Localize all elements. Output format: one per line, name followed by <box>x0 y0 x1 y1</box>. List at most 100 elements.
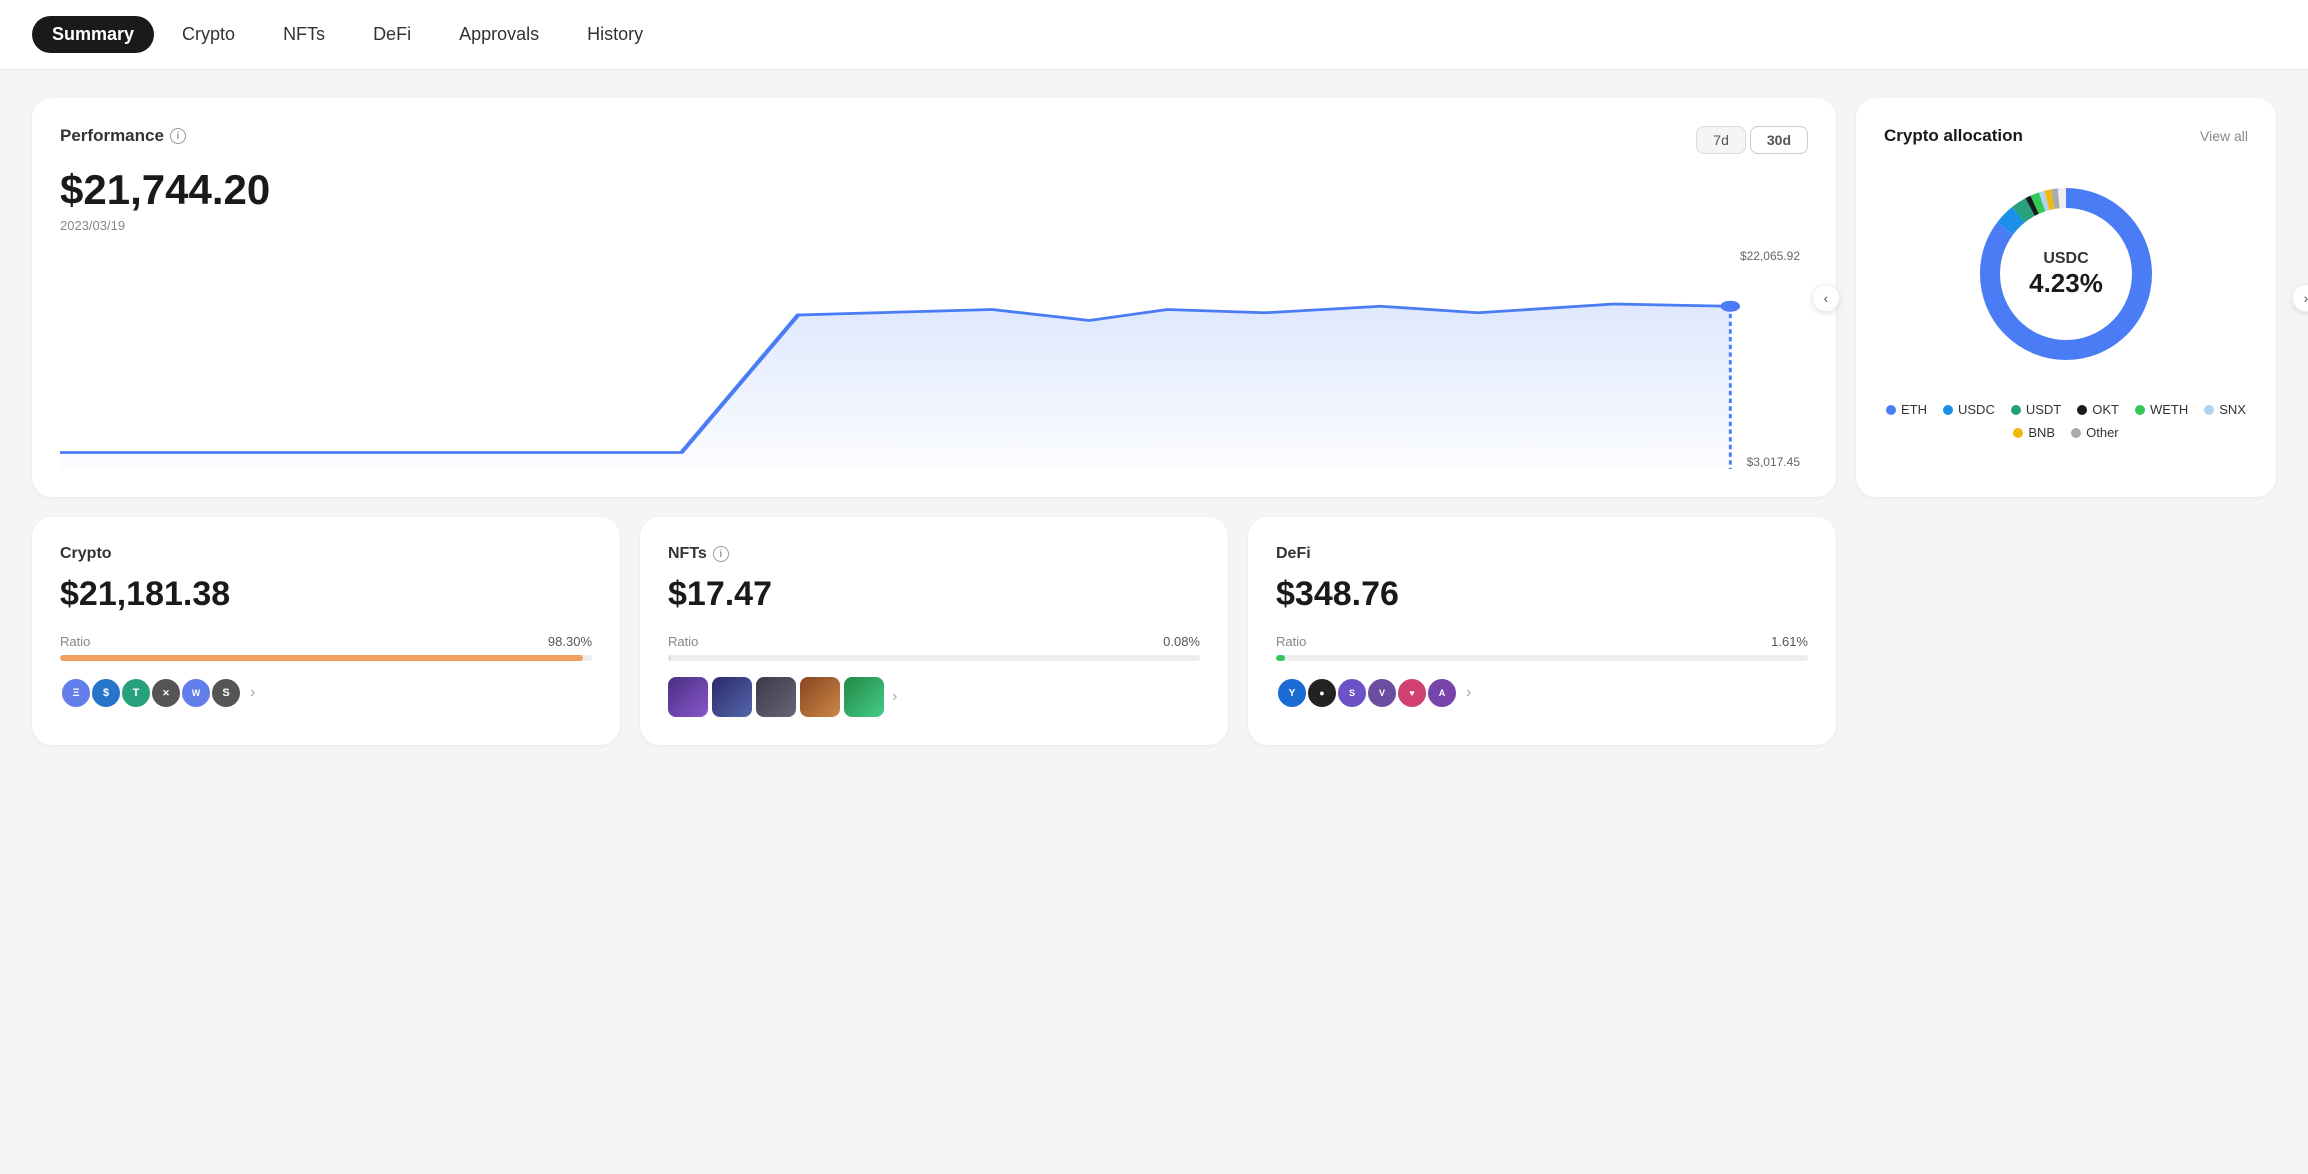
crypto-card-amount: $21,181.38 <box>60 575 592 614</box>
defi-ratio-row: Ratio 1.61% <box>1276 634 1808 649</box>
crypto-ratio-pct: 98.30% <box>548 634 592 649</box>
legend-weth: WETH <box>2135 402 2188 417</box>
defi-icon-2: ● <box>1306 677 1338 709</box>
7d-button[interactable]: 7d <box>1696 126 1746 154</box>
nav-approvals[interactable]: Approvals <box>439 16 559 53</box>
nfts-ratio-row: Ratio 0.08% <box>668 634 1200 649</box>
allocation-title: Crypto allocation <box>1884 126 2023 146</box>
okt-dot <box>2077 405 2087 415</box>
performance-label: Performance <box>60 126 164 146</box>
crypto-token-icons: Ξ $ T ✕ W S › <box>60 677 592 709</box>
nft-thumb-4 <box>800 677 840 717</box>
allocation-card: Crypto allocation View all ‹ › <box>1856 98 2276 497</box>
nft-thumb-2 <box>712 677 752 717</box>
legend-snx: SNX <box>2204 402 2246 417</box>
allocation-header: Crypto allocation View all <box>1884 126 2248 146</box>
bnb-dot <box>2013 428 2023 438</box>
usdc-label: USDC <box>1958 402 1995 417</box>
nfts-chevron[interactable]: › <box>892 688 897 706</box>
defi-icon-6: A <box>1426 677 1458 709</box>
eth-label: ETH <box>1901 402 1927 417</box>
view-all-link[interactable]: View all <box>2200 128 2248 144</box>
snx-icon: S <box>210 677 242 709</box>
defi-card-amount: $348.76 <box>1276 575 1808 614</box>
weth-label: WETH <box>2150 402 2188 417</box>
performance-title: Performance i <box>60 126 186 146</box>
bottom-cards: Crypto $21,181.38 Ratio 98.30% Ξ $ T ✕ W… <box>32 517 1836 745</box>
legend-other: Other <box>2071 425 2119 440</box>
crypto-summary-card: Crypto $21,181.38 Ratio 98.30% Ξ $ T ✕ W… <box>32 517 620 745</box>
chart-low-label: $3,017.45 <box>1747 455 1800 469</box>
snx-dot <box>2204 405 2214 415</box>
nft-thumb-5 <box>844 677 884 717</box>
chart-high-label: $22,065.92 <box>1740 249 1800 263</box>
defi-ratio-pct: 1.61% <box>1771 634 1808 649</box>
bnb-label: BNB <box>2028 425 2055 440</box>
top-navigation: Summary Crypto NFTs DeFi Approvals Histo… <box>0 0 2308 70</box>
crypto-card-title: Crypto <box>60 545 592 563</box>
30d-button[interactable]: 30d <box>1750 126 1808 154</box>
defi-icon-1: Y <box>1276 677 1308 709</box>
donut-chart: USDC 4.23% <box>1884 174 2248 374</box>
performance-header: Performance i 7d 30d <box>60 126 1808 154</box>
allocation-next-arrow[interactable]: › <box>2292 284 2308 312</box>
snx-label: SNX <box>2219 402 2246 417</box>
crypto-ratio-label: Ratio <box>60 634 90 649</box>
nfts-info-icon[interactable]: i <box>713 546 729 562</box>
defi-icon-3: S <box>1336 677 1368 709</box>
crypto-chevron[interactable]: › <box>250 684 255 702</box>
nfts-progress-bar <box>668 655 1200 661</box>
nfts-progress-fill <box>668 655 671 661</box>
other-dot <box>2071 428 2081 438</box>
performance-info-icon[interactable]: i <box>170 128 186 144</box>
usdt-icon: T <box>120 677 152 709</box>
donut-center-pct: 4.23% <box>2029 268 2103 299</box>
usdc-icon: $ <box>90 677 122 709</box>
nav-summary[interactable]: Summary <box>32 16 154 53</box>
nfts-summary-card: NFTs i $17.47 Ratio 0.08% › <box>640 517 1228 745</box>
crypto-ratio-row: Ratio 98.30% <box>60 634 592 649</box>
eth-dot <box>1886 405 1896 415</box>
legend-bnb: BNB <box>2013 425 2055 440</box>
time-filter-buttons: 7d 30d <box>1696 126 1808 154</box>
legend-usdt: USDT <box>2011 402 2061 417</box>
nfts-label: NFTs <box>668 545 707 563</box>
nft-thumbnails: › <box>668 677 1200 717</box>
weth-dot <box>2135 405 2145 415</box>
legend-okt: OKT <box>2077 402 2119 417</box>
defi-ratio-label: Ratio <box>1276 634 1306 649</box>
weth-icon: W <box>180 677 212 709</box>
eth-icon: Ξ <box>60 677 92 709</box>
performance-amount: $21,744.20 <box>60 166 1808 214</box>
usdt-label: USDT <box>2026 402 2061 417</box>
crypto-progress-fill <box>60 655 583 661</box>
defi-summary-card: DeFi $348.76 Ratio 1.61% Y ● S V ♥ A › <box>1248 517 1836 745</box>
nfts-card-title: NFTs i <box>668 545 1200 563</box>
nfts-card-amount: $17.47 <box>668 575 1200 614</box>
allocation-prev-arrow[interactable]: ‹ <box>1812 284 1840 312</box>
nfts-ratio-label: Ratio <box>668 634 698 649</box>
okt-label: OKT <box>2092 402 2119 417</box>
usdt-dot <box>2011 405 2021 415</box>
nav-nfts[interactable]: NFTs <box>263 16 345 53</box>
performance-chart: $22,065.92 $3,017.45 <box>60 249 1808 469</box>
defi-token-icons: Y ● S V ♥ A › <box>1276 677 1808 709</box>
defi-progress-bar <box>1276 655 1808 661</box>
allocation-legend: ETH USDC USDT OKT WETH SNX <box>1884 402 2248 440</box>
donut-center: USDC 4.23% <box>2029 250 2103 299</box>
chart-svg <box>60 249 1808 469</box>
other-label: Other <box>2086 425 2119 440</box>
nav-defi[interactable]: DeFi <box>353 16 431 53</box>
crypto-progress-bar <box>60 655 592 661</box>
defi-chevron[interactable]: › <box>1466 684 1471 702</box>
usdc-dot <box>1943 405 1953 415</box>
defi-card-title: DeFi <box>1276 545 1808 563</box>
performance-date: 2023/03/19 <box>60 218 1808 233</box>
nfts-ratio-pct: 0.08% <box>1163 634 1200 649</box>
nft-thumb-3 <box>756 677 796 717</box>
nav-history[interactable]: History <box>567 16 663 53</box>
donut-center-label: USDC <box>2029 250 2103 268</box>
nft-thumb-1 <box>668 677 708 717</box>
nav-crypto[interactable]: Crypto <box>162 16 255 53</box>
okt-icon: ✕ <box>150 677 182 709</box>
